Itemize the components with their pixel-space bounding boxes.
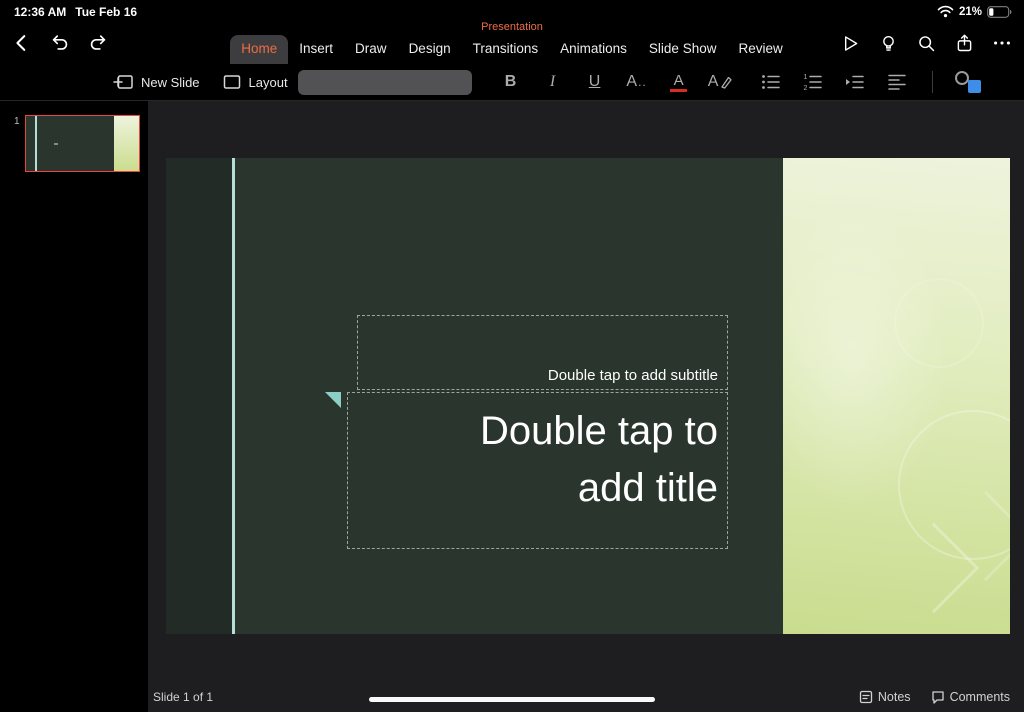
font-size-button[interactable]: A.. (616, 67, 658, 97)
search-icon (916, 33, 937, 54)
comments-icon (931, 690, 945, 704)
thumb-text-hint (54, 143, 58, 145)
shape-fill-icon (954, 71, 981, 93)
status-time: 12:36 AM (14, 4, 67, 19)
battery-icon (987, 5, 1012, 18)
numbered-list-icon: 1 2 (802, 72, 824, 92)
home-indicator[interactable] (369, 697, 655, 702)
tab-insert[interactable]: Insert (288, 35, 344, 64)
underline-button[interactable]: U (574, 67, 616, 97)
status-left: 12:36 AM Tue Feb 16 (14, 5, 137, 19)
title-placeholder-line2: add title (577, 466, 718, 510)
font-size-dots: .. (638, 75, 647, 89)
tab-slide-show[interactable]: Slide Show (638, 35, 728, 64)
bullet-list-button[interactable] (750, 67, 792, 97)
thumbnail-row: 1 (14, 115, 140, 172)
share-icon (954, 33, 975, 54)
title-placeholder[interactable]: Double tap to add title (347, 392, 728, 549)
new-slide-icon (112, 72, 134, 92)
font-color-swatch (670, 88, 688, 92)
italic-button[interactable]: I (532, 67, 574, 97)
tab-review[interactable]: Review (727, 35, 793, 64)
slide-green-panel (783, 158, 1010, 634)
wifi-icon (937, 5, 954, 18)
pen-icon (720, 75, 733, 89)
bold-button[interactable]: B (490, 67, 532, 97)
present-button[interactable] (832, 28, 868, 58)
slide-thumbnail-1[interactable] (25, 115, 140, 172)
search-button[interactable] (908, 28, 944, 58)
editor-column: Double tap to add subtitle Double tap to… (148, 101, 1024, 712)
layout-icon (222, 73, 242, 91)
slide-number: 1 (14, 116, 20, 127)
slide-left-strip (166, 158, 232, 634)
document-title: Presentation (481, 21, 543, 33)
slide-1[interactable]: Double tap to add subtitle Double tap to… (166, 158, 1010, 634)
slide-canvas: Double tap to add subtitle Double tap to… (148, 101, 1024, 682)
tab-transitions[interactable]: Transitions (462, 35, 550, 64)
notes-label: Notes (877, 690, 911, 704)
status-date: Tue Feb 16 (75, 4, 138, 19)
layout-button[interactable]: Layout (222, 73, 288, 91)
comments-button[interactable]: Comments (931, 690, 1010, 704)
subtitle-placeholder[interactable]: Double tap to add subtitle (357, 315, 728, 390)
thumb-green-panel (114, 116, 139, 171)
nav-right (832, 28, 1020, 58)
font-size-letter: A (626, 73, 638, 90)
comments-label: Comments (949, 690, 1010, 704)
font-name-field[interactable] (297, 69, 472, 95)
indent-button[interactable] (834, 67, 876, 97)
tab-draw[interactable]: Draw (344, 35, 398, 64)
ellipsis-icon (991, 32, 1013, 54)
align-button[interactable] (876, 67, 918, 97)
status-right: 21% (937, 5, 1012, 18)
more-button[interactable] (984, 28, 1020, 58)
deco-circle (894, 278, 984, 368)
toolbar-divider (931, 71, 933, 93)
svg-text:2: 2 (803, 85, 807, 92)
font-color-letter: A (673, 71, 684, 89)
align-left-icon (886, 72, 908, 92)
layout-label: Layout (248, 74, 288, 90)
share-button[interactable] (946, 28, 982, 58)
thumbnail-sidebar: 1 (0, 101, 148, 712)
title-placeholder-line1: Double tap to (480, 409, 718, 453)
text-effects-button[interactable]: A (700, 67, 742, 97)
bullet-list-icon (760, 72, 782, 92)
home-toolbar: New Slide Layout B I U A.. A A 1 2 (0, 64, 1024, 101)
slide-counter: Slide 1 of 1 (153, 690, 214, 704)
tab-animations[interactable]: Animations (549, 35, 638, 64)
main-area: 1 Double tap to add subtitle Double tap … (0, 101, 1024, 712)
lightbulb-icon (878, 33, 899, 54)
ideas-button[interactable] (870, 28, 906, 58)
ribbon-tabs: Home Insert Draw Design Transitions Anim… (230, 35, 793, 64)
new-slide-button[interactable]: New Slide (112, 72, 200, 92)
tab-design[interactable]: Design (398, 35, 462, 64)
nav-row: Presentation Home Insert Draw Design Tra… (0, 20, 1024, 64)
notes-button[interactable]: Notes (859, 690, 911, 704)
font-color-button[interactable]: A (658, 67, 700, 97)
text-effects-letter: A (707, 73, 719, 90)
selection-handle-triangle[interactable] (325, 392, 341, 408)
play-icon (840, 33, 861, 54)
subtitle-placeholder-text: Double tap to add subtitle (547, 367, 718, 384)
notes-icon (859, 690, 873, 704)
shape-fill-button[interactable] (947, 67, 989, 97)
tab-home[interactable]: Home (230, 35, 289, 64)
svg-text:1: 1 (803, 74, 807, 81)
thumb-accent-line (35, 116, 37, 171)
powerpoint-app: 12:36 AM Tue Feb 16 21% Presentation Hom… (0, 0, 1024, 712)
numbered-list-button[interactable]: 1 2 (792, 67, 834, 97)
slide-accent-line (232, 158, 235, 634)
new-slide-label: New Slide (141, 74, 200, 90)
status-bar: 12:36 AM Tue Feb 16 21% (0, 0, 1024, 20)
battery-percent: 21% (958, 5, 982, 18)
font-color-stack: A (670, 71, 688, 92)
indent-icon (844, 72, 866, 92)
